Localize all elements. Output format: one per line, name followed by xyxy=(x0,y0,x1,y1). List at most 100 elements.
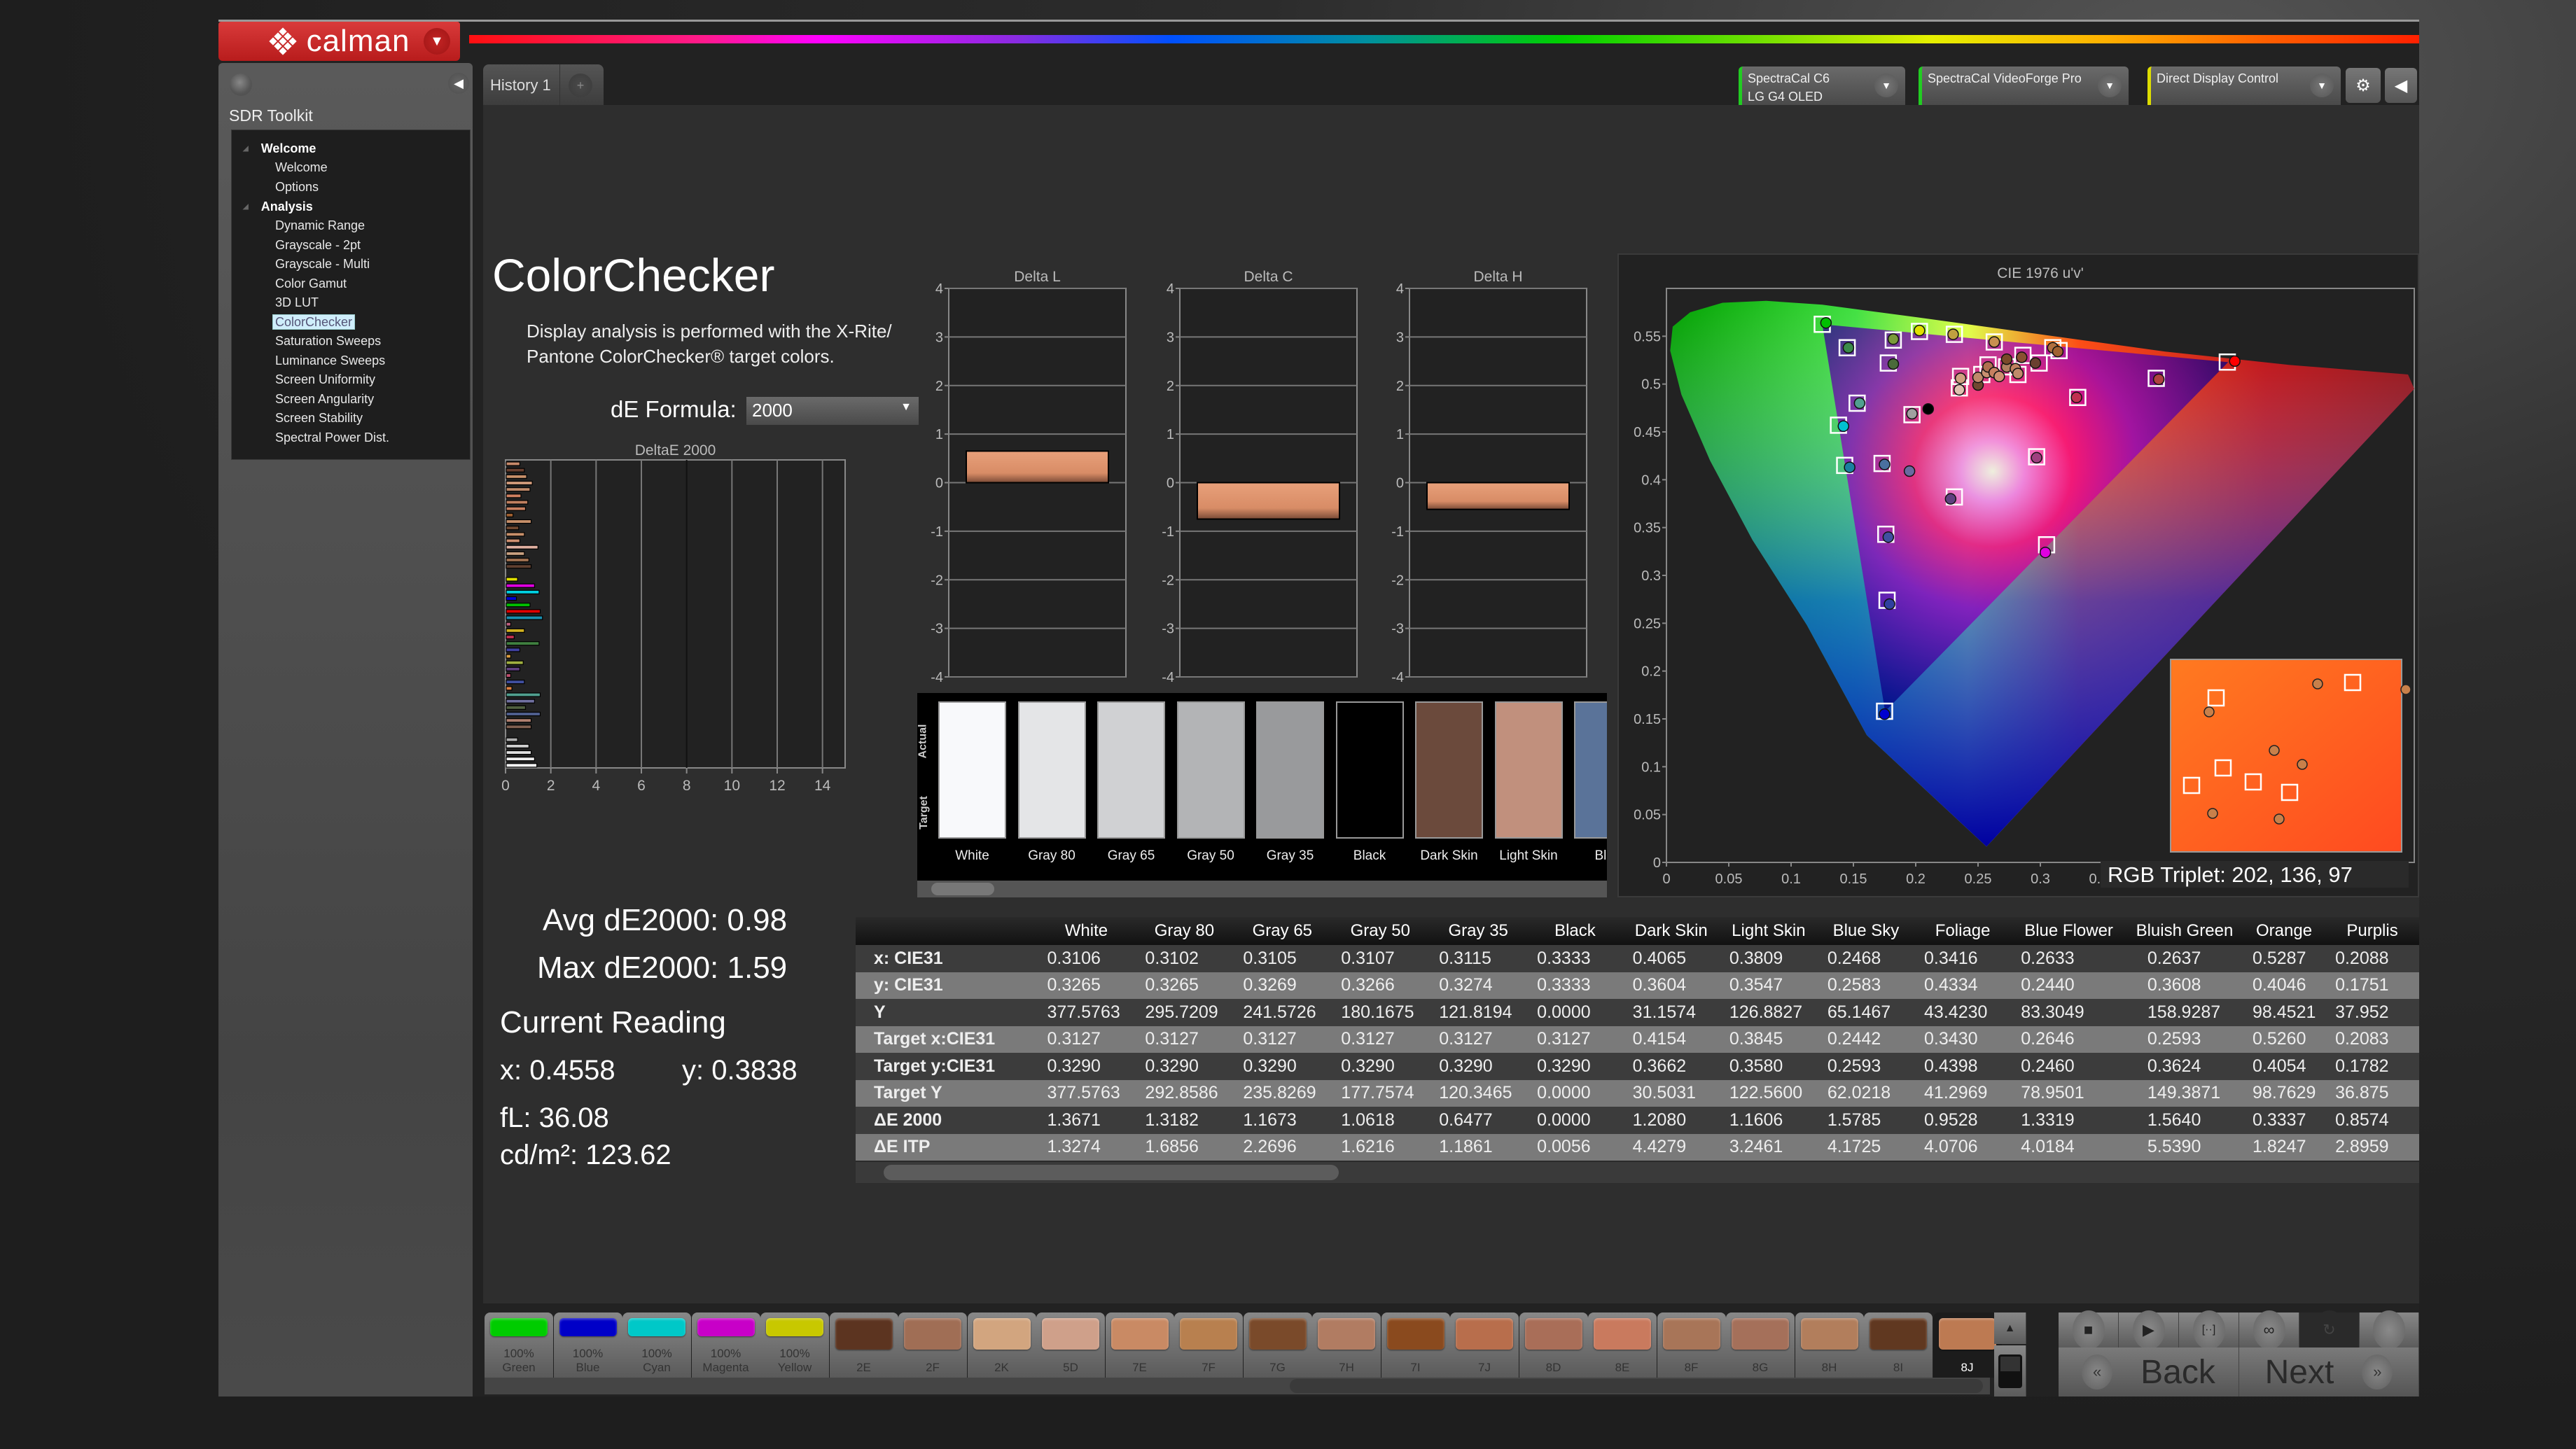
patch-7f[interactable]: 7F xyxy=(1174,1312,1243,1378)
patch-2e[interactable]: 2E xyxy=(829,1312,898,1378)
swatch-white[interactable] xyxy=(938,701,1006,839)
scroll-thumb[interactable] xyxy=(1290,1379,1983,1393)
column-header[interactable]: Gray 50 xyxy=(1331,917,1430,945)
column-header[interactable]: Gray 80 xyxy=(1135,917,1234,945)
patch-100pct-blue[interactable]: 100% Blue xyxy=(553,1312,622,1378)
swatch-scrollbar[interactable] xyxy=(917,881,1607,897)
tree-item-welcome[interactable]: Welcome xyxy=(232,158,470,178)
tree-item-screen-stability[interactable]: Screen Stability xyxy=(232,409,470,428)
swatch-gray-50[interactable] xyxy=(1176,701,1245,839)
column-header[interactable]: Gray 35 xyxy=(1429,917,1528,945)
meter-selector[interactable]: SpectraCal C6 LG G4 OLED ▼ xyxy=(1739,66,1905,105)
column-header[interactable]: Foliage xyxy=(1914,917,2012,945)
swatch-blue[interactable] xyxy=(1574,701,1607,839)
column-header[interactable]: Black xyxy=(1527,917,1623,945)
tree-item-color-gamut[interactable]: Color Gamut xyxy=(232,274,470,294)
collapse-right-button[interactable]: ◀ xyxy=(2385,68,2417,103)
tree-item-screen-angularity[interactable]: Screen Angularity xyxy=(232,390,470,410)
chevron-down-icon[interactable]: ▼ xyxy=(2310,74,2334,97)
scroll-thumb[interactable] xyxy=(884,1165,1339,1180)
chevron-down-icon[interactable]: ▼ xyxy=(2098,74,2122,97)
swatch-label: Blue xyxy=(1594,848,1607,863)
deltae-bar xyxy=(506,666,520,671)
add-tab-button[interactable]: + xyxy=(569,74,592,97)
extra-button[interactable] xyxy=(2360,1310,2419,1350)
patch-7g[interactable]: 7G xyxy=(1243,1312,1312,1378)
column-header[interactable]: Dark Skin xyxy=(1622,917,1720,945)
tree-item-grayscale-2pt[interactable]: Grayscale - 2pt xyxy=(232,236,470,255)
calman-menu-button[interactable]: calman ▼ xyxy=(218,22,460,61)
tree-item-dynamic-range[interactable]: Dynamic Range xyxy=(232,216,470,236)
pattern-up-button[interactable]: ▲ xyxy=(1994,1312,2026,1344)
table-scrollbar[interactable] xyxy=(856,1162,2419,1183)
column-header[interactable]: Purplis xyxy=(2325,917,2419,945)
column-header[interactable]: Blue Flower xyxy=(2011,917,2126,945)
patch-100pct-green[interactable]: 100% Green xyxy=(485,1312,553,1378)
column-header[interactable]: Light Skin xyxy=(1719,917,1818,945)
tree-item-3d-lut[interactable]: 3D LUT xyxy=(232,293,470,313)
tree-item-colorchecker[interactable]: ColorChecker xyxy=(232,313,470,332)
infinity-icon: ∞ xyxy=(2253,1310,2285,1350)
patch-8e[interactable]: 8E xyxy=(1588,1312,1657,1378)
patch-label: 2F xyxy=(926,1361,940,1374)
stop-button[interactable]: ■ xyxy=(2059,1310,2119,1350)
column-header[interactable]: Orange xyxy=(2243,917,2326,945)
column-header[interactable]: Blue Sky xyxy=(1817,917,1915,945)
patch-100pct-cyan[interactable]: 100% Cyan xyxy=(622,1312,691,1378)
swatch-gray-35[interactable] xyxy=(1256,701,1324,839)
next-button[interactable]: Next » xyxy=(2239,1348,2419,1396)
delta-lch-charts: Delta L 4 3 2 1 0 -1 -2 -3 -4 Delta C 4 3 2 1 0 -1 -2 -3 -4… xyxy=(931,269,1587,685)
chevron-down-icon[interactable]: ▼ xyxy=(424,28,450,55)
column-header[interactable]: White xyxy=(1037,917,1136,945)
continuous-button[interactable]: ∞ xyxy=(2239,1310,2299,1350)
patch-100pct-yellow[interactable]: 100% Yellow xyxy=(760,1312,829,1378)
tree-group-welcome[interactable]: ◢ Welcome xyxy=(232,139,470,158)
pattern-generator-selector[interactable]: SpectraCal VideoForge Pro ▼ xyxy=(1919,66,2129,105)
display-control-selector[interactable]: Direct Display Control ▼ xyxy=(2147,66,2341,105)
refresh-button[interactable]: ↻ xyxy=(2299,1310,2360,1350)
collapse-sidebar-button[interactable]: ◀ xyxy=(448,73,469,94)
tree-item-screen-uniformity[interactable]: Screen Uniformity xyxy=(232,370,470,390)
patch-8f[interactable]: 8F xyxy=(1657,1312,1726,1378)
patch-2f[interactable]: 2F xyxy=(898,1312,967,1378)
settings-button[interactable]: ⚙ xyxy=(2346,68,2381,103)
swatch-gray-65[interactable] xyxy=(1097,701,1165,839)
tree-item-luminance-sweeps[interactable]: Luminance Sweeps xyxy=(232,351,470,371)
swatch-black[interactable] xyxy=(1335,701,1404,839)
patch-100pct-magenta[interactable]: 100% Magenta xyxy=(691,1312,760,1378)
measure-range-button[interactable]: [··] xyxy=(2179,1310,2239,1350)
patch-8h[interactable]: 8H xyxy=(1795,1312,1864,1378)
expand-triangle-icon[interactable]: ◢ xyxy=(243,145,249,153)
chevron-down-icon[interactable]: ▼ xyxy=(1874,74,1898,97)
table-cell: 0.4054 xyxy=(2243,1053,2326,1080)
deltae-bar xyxy=(506,493,522,498)
patch-8g[interactable]: 8G xyxy=(1726,1312,1795,1378)
expand-triangle-icon[interactable]: ◢ xyxy=(243,203,249,211)
patch-7i[interactable]: 7I xyxy=(1381,1312,1450,1378)
patch-7e[interactable]: 7E xyxy=(1105,1312,1174,1378)
column-header[interactable]: Gray 65 xyxy=(1233,917,1332,945)
tree-item-spectral-power-dist-[interactable]: Spectral Power Dist. xyxy=(232,428,470,448)
patch-5d[interactable]: 5D xyxy=(1036,1312,1105,1378)
swatch-dark-skin[interactable] xyxy=(1415,701,1483,839)
tree-item-grayscale-multi[interactable]: Grayscale - Multi xyxy=(232,255,470,274)
tree-item-options[interactable]: Options xyxy=(232,178,470,197)
scroll-thumb[interactable] xyxy=(931,883,994,895)
y-tick-label: 3 xyxy=(1396,330,1404,345)
tree-item-saturation-sweeps[interactable]: Saturation Sweeps xyxy=(232,332,470,351)
patch-8d[interactable]: 8D xyxy=(1519,1312,1588,1378)
back-button[interactable]: « Back xyxy=(2059,1348,2239,1396)
swatch-light-skin[interactable] xyxy=(1494,701,1563,839)
play-button[interactable]: ▶ xyxy=(2119,1310,2179,1350)
tab-history-1[interactable]: History 1 + xyxy=(483,64,604,106)
swatch-gray-80[interactable] xyxy=(1017,701,1086,839)
patch-2k[interactable]: 2K xyxy=(967,1312,1036,1378)
tree-group-analysis[interactable]: ◢ Analysis xyxy=(232,197,470,216)
patch-7h[interactable]: 7H xyxy=(1312,1312,1381,1378)
column-header[interactable]: Bluish Green xyxy=(2126,917,2243,945)
patch-8i[interactable]: 8I xyxy=(1864,1312,1933,1378)
patch-8j[interactable]: 8J xyxy=(1933,1312,2002,1378)
patch-scrollbar[interactable] xyxy=(485,1378,1990,1394)
patch-7j[interactable]: 7J xyxy=(1450,1312,1519,1378)
de-formula-select[interactable]: 2000 ▼ xyxy=(746,397,919,425)
